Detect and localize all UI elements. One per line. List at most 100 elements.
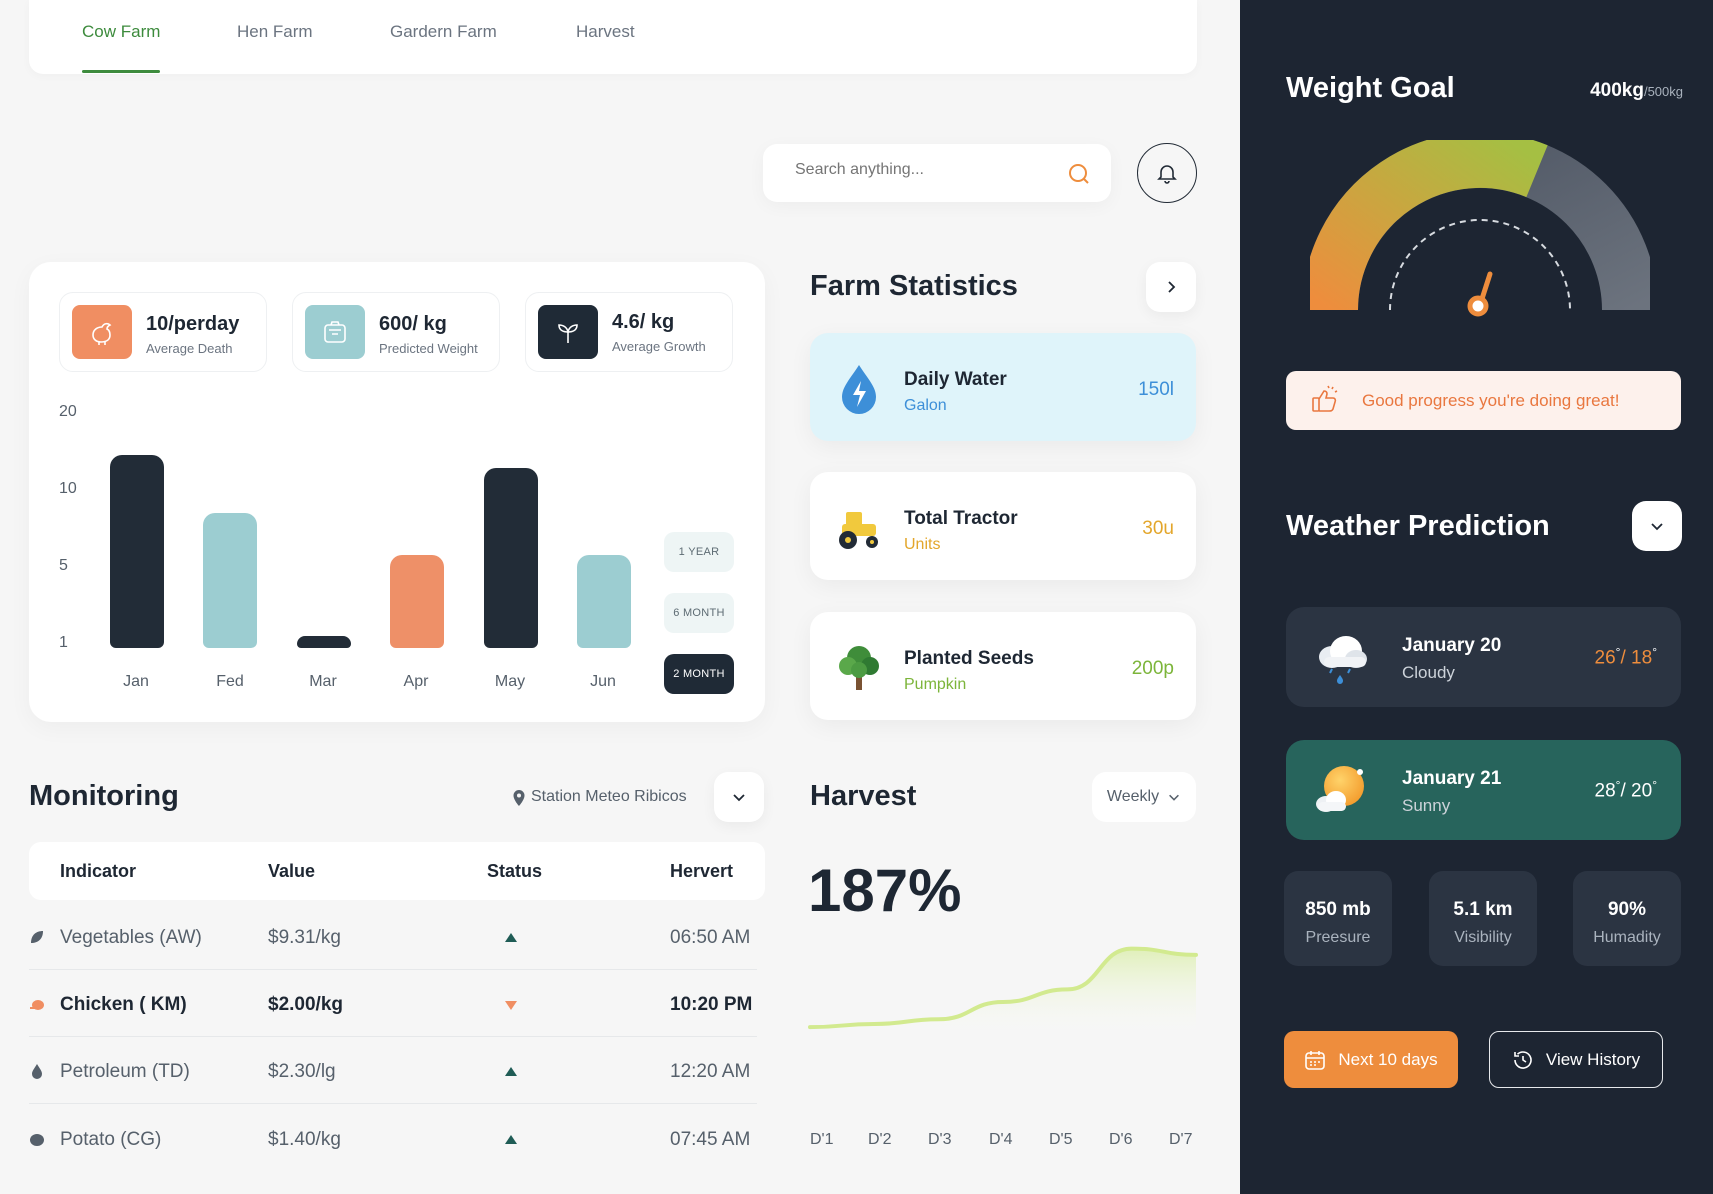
harvest-title: Harvest: [810, 780, 917, 812]
temp-high: 26: [1594, 647, 1616, 669]
farm-statistics-title: Farm Statistics: [810, 270, 1018, 302]
chevron-right-icon: [1168, 281, 1176, 293]
view-history-button[interactable]: View History: [1489, 1031, 1663, 1088]
value-cell: $1.40/kg: [268, 1129, 341, 1150]
search-input[interactable]: [795, 161, 1055, 179]
metric-value: 90%: [1607, 899, 1647, 920]
temp-low: 18: [1631, 647, 1653, 669]
next-10-days-button[interactable]: Next 10 days: [1284, 1031, 1458, 1088]
harvest-percent: 187%: [808, 857, 962, 924]
status-down-icon: [505, 1001, 517, 1010]
total-tractor-card[interactable]: Total Tractor Units 30u: [810, 472, 1196, 580]
visibility-metric: 5.1 km Visibility: [1429, 871, 1537, 966]
oil-drop-icon: [32, 1064, 42, 1079]
x-tick: Fed: [216, 673, 244, 690]
card-subtitle: Pumpkin: [904, 676, 967, 693]
x-tick: Jun: [590, 673, 616, 690]
card-title: Daily Water: [904, 369, 1007, 390]
stat-average-growth: 4.6/ kg Average Growth: [525, 292, 733, 372]
status-up-icon: [505, 933, 517, 942]
stat-predicted-weight: 600/ kg Predicted Weight: [292, 292, 500, 372]
bar-fed[interactable]: [203, 513, 258, 648]
potato-icon: [30, 1134, 44, 1146]
card-subtitle: Units: [904, 536, 941, 553]
y-tick: 1: [59, 634, 68, 651]
y-tick: 5: [59, 557, 68, 574]
period-label: Weekly: [1106, 788, 1160, 805]
station-label: Station Meteo Ribicos: [531, 788, 687, 805]
range-1-year-button[interactable]: 1 YEAR: [664, 532, 734, 572]
station-dropdown-button[interactable]: [714, 772, 764, 822]
x-tick: D'2: [868, 1131, 892, 1148]
bar-mar[interactable]: [296, 636, 351, 648]
bar-may[interactable]: [483, 468, 538, 648]
range-6-month-button[interactable]: 6 MONTH: [664, 593, 734, 633]
chevron-down-icon: [1169, 794, 1180, 801]
time-cell: 12:20 AM: [670, 1061, 751, 1082]
monitoring-title: Monitoring: [29, 780, 179, 812]
bar-apr[interactable]: [390, 554, 445, 648]
time-cell: 10:20 PM: [670, 994, 753, 1015]
chicken-leg-icon: [30, 1000, 44, 1010]
column-header: Value: [268, 861, 316, 881]
time-cell: 06:50 AM: [670, 927, 751, 948]
bar-jan[interactable]: [110, 455, 164, 648]
table-row[interactable]: Chicken ( KM) $2.00/kg 10:20 PM: [29, 970, 757, 1037]
notification-button[interactable]: [1137, 143, 1197, 203]
weather-condition: Cloudy: [1402, 663, 1455, 682]
period-dropdown[interactable]: Weekly: [1092, 772, 1196, 822]
weight-current: 400kg: [1590, 80, 1644, 101]
cloud-rain-icon: [1319, 636, 1367, 684]
search-icon[interactable]: [1067, 162, 1091, 186]
stat-label: Average Death: [146, 341, 233, 356]
daily-water-card[interactable]: Daily Water Galon 150l: [810, 333, 1196, 441]
indicator-cell: Petroleum (TD): [60, 1061, 190, 1082]
table-row[interactable]: Petroleum (TD) $2.30/lg 12:20 AM: [29, 1037, 757, 1104]
weather-date: January 21: [1402, 768, 1502, 789]
time-cell: 07:45 AM: [670, 1129, 751, 1150]
card-title: Planted Seeds: [904, 648, 1034, 669]
tab-harvest[interactable]: Harvest: [576, 22, 635, 42]
weather-prediction-title: Weather Prediction: [1286, 510, 1550, 542]
y-tick: 10: [59, 480, 77, 497]
scale-icon: [305, 305, 365, 359]
weight-goal-value: 400kg/500kg: [1590, 80, 1683, 102]
x-tick: D'3: [928, 1131, 952, 1148]
chevron-down-icon: [733, 794, 745, 802]
metric-label: Visibility: [1454, 929, 1512, 946]
value-cell: $2.30/lg: [268, 1061, 336, 1082]
value-cell: $9.31/kg: [268, 927, 341, 948]
thumbs-up-icon: [1312, 385, 1338, 412]
weather-card-sunny[interactable]: January 21 Sunny 28°/ 20°: [1286, 740, 1681, 840]
temp-high-degree: °: [1615, 778, 1621, 792]
weather-dropdown-button[interactable]: [1632, 501, 1682, 551]
planted-seeds-card[interactable]: Planted Seeds Pumpkin 200p: [810, 612, 1196, 720]
weather-date: January 20: [1402, 635, 1502, 656]
table-row[interactable]: Potato (CG) $1.40/kg 07:45 AM: [29, 1105, 757, 1172]
card-value: 30u: [1142, 518, 1174, 539]
weather-condition: Sunny: [1402, 796, 1451, 815]
range-2-month-button[interactable]: 2 MONTH: [664, 654, 734, 694]
growth-chart-card: 10/perday Average Death 600/ kg Predicte…: [29, 262, 765, 722]
right-panel: Weight Goal 400kg/500kg Good progress yo…: [1240, 0, 1713, 1194]
bar-jun[interactable]: [577, 554, 631, 648]
card-subtitle: Galon: [904, 397, 947, 414]
progress-text: Good progress you're doing great!: [1362, 391, 1620, 410]
water-drop-icon: [842, 365, 876, 414]
weather-card-cloudy[interactable]: January 20 Cloudy 26°/ 18°: [1286, 607, 1681, 707]
tab-hen-farm[interactable]: Hen Farm: [237, 22, 313, 42]
farm-statistics-next-button[interactable]: [1146, 262, 1196, 312]
tab-garden-farm[interactable]: Gardern Farm: [390, 22, 497, 42]
tab-cow-farm[interactable]: Cow Farm: [82, 22, 161, 73]
tractor-icon: [839, 512, 878, 549]
weight-target: /500kg: [1643, 84, 1683, 99]
chicken-icon: [72, 305, 132, 359]
harvest-line-chart: [808, 946, 1198, 1040]
weather-temp: 26°/ 18°: [1594, 645, 1657, 669]
table-row[interactable]: Vegetables (AW) $9.31/kg 06:50 AM: [29, 903, 757, 970]
indicator-cell: Chicken ( KM): [60, 994, 187, 1015]
bell-icon: [1157, 165, 1177, 184]
chevron-down-icon: [1651, 523, 1663, 531]
x-tick: Apr: [403, 673, 429, 690]
x-tick: D'4: [989, 1131, 1013, 1148]
